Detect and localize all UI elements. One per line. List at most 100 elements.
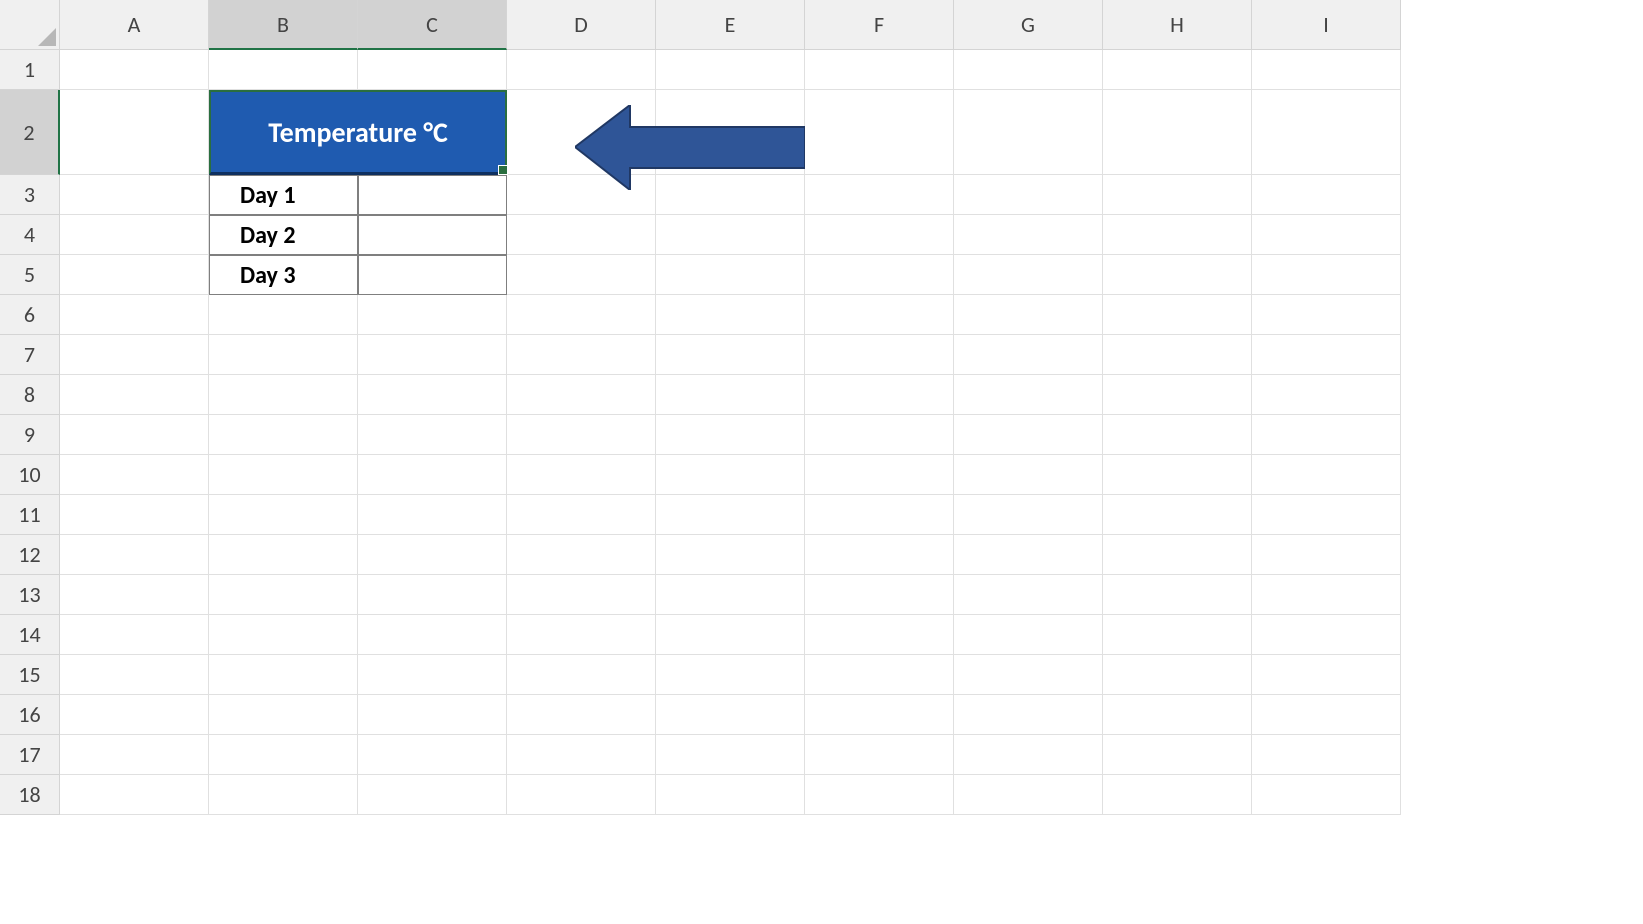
cell-e18[interactable] [656, 775, 805, 815]
cell-i2[interactable] [1252, 90, 1401, 175]
cell-b3[interactable]: Day 1 [209, 175, 358, 215]
cell-g10[interactable] [954, 455, 1103, 495]
cell-h17[interactable] [1103, 735, 1252, 775]
cell-i11[interactable] [1252, 495, 1401, 535]
row-header-15[interactable]: 15 [0, 655, 60, 695]
cell-d12[interactable] [507, 535, 656, 575]
row-header-14[interactable]: 14 [0, 615, 60, 655]
cell-b1[interactable] [209, 50, 358, 90]
cell-g9[interactable] [954, 415, 1103, 455]
cell-c7[interactable] [358, 335, 507, 375]
cell-g11[interactable] [954, 495, 1103, 535]
cell-c18[interactable] [358, 775, 507, 815]
cell-d11[interactable] [507, 495, 656, 535]
cell-g7[interactable] [954, 335, 1103, 375]
cell-a2[interactable] [60, 90, 209, 175]
cell-i6[interactable] [1252, 295, 1401, 335]
cell-a12[interactable] [60, 535, 209, 575]
row-header-8[interactable]: 8 [0, 375, 60, 415]
cell-a16[interactable] [60, 695, 209, 735]
cell-c8[interactable] [358, 375, 507, 415]
cell-h12[interactable] [1103, 535, 1252, 575]
cell-c11[interactable] [358, 495, 507, 535]
cell-a3[interactable] [60, 175, 209, 215]
cell-b5[interactable]: Day 3 [209, 255, 358, 295]
cell-i17[interactable] [1252, 735, 1401, 775]
cell-f14[interactable] [805, 615, 954, 655]
cell-d4[interactable] [507, 215, 656, 255]
cell-d6[interactable] [507, 295, 656, 335]
cell-i16[interactable] [1252, 695, 1401, 735]
cell-a1[interactable] [60, 50, 209, 90]
col-header-a[interactable]: A [60, 0, 209, 50]
cell-h1[interactable] [1103, 50, 1252, 90]
row-header-18[interactable]: 18 [0, 775, 60, 815]
cell-d3[interactable] [507, 175, 656, 215]
row-header-13[interactable]: 13 [0, 575, 60, 615]
cell-d7[interactable] [507, 335, 656, 375]
cell-d15[interactable] [507, 655, 656, 695]
cell-f6[interactable] [805, 295, 954, 335]
row-header-5[interactable]: 5 [0, 255, 60, 295]
cell-i5[interactable] [1252, 255, 1401, 295]
cell-a7[interactable] [60, 335, 209, 375]
cell-c1[interactable] [358, 50, 507, 90]
cell-i3[interactable] [1252, 175, 1401, 215]
cell-d16[interactable] [507, 695, 656, 735]
cell-c10[interactable] [358, 455, 507, 495]
cell-b9[interactable] [209, 415, 358, 455]
cell-h13[interactable] [1103, 575, 1252, 615]
cell-b18[interactable] [209, 775, 358, 815]
cell-h11[interactable] [1103, 495, 1252, 535]
row-header-9[interactable]: 9 [0, 415, 60, 455]
cell-d9[interactable] [507, 415, 656, 455]
cell-h15[interactable] [1103, 655, 1252, 695]
cell-d5[interactable] [507, 255, 656, 295]
cell-d10[interactable] [507, 455, 656, 495]
cell-g17[interactable] [954, 735, 1103, 775]
cell-i12[interactable] [1252, 535, 1401, 575]
cell-c3[interactable] [358, 175, 507, 215]
cell-g16[interactable] [954, 695, 1103, 735]
cell-d2[interactable] [507, 90, 656, 175]
cell-b13[interactable] [209, 575, 358, 615]
cell-d8[interactable] [507, 375, 656, 415]
cell-i9[interactable] [1252, 415, 1401, 455]
cell-h6[interactable] [1103, 295, 1252, 335]
cell-f16[interactable] [805, 695, 954, 735]
cell-h16[interactable] [1103, 695, 1252, 735]
cell-a4[interactable] [60, 215, 209, 255]
cell-g18[interactable] [954, 775, 1103, 815]
cell-b8[interactable] [209, 375, 358, 415]
cell-c4[interactable] [358, 215, 507, 255]
cell-i15[interactable] [1252, 655, 1401, 695]
cell-i8[interactable] [1252, 375, 1401, 415]
col-header-e[interactable]: E [656, 0, 805, 50]
cell-i4[interactable] [1252, 215, 1401, 255]
cell-c9[interactable] [358, 415, 507, 455]
cell-f8[interactable] [805, 375, 954, 415]
cell-e7[interactable] [656, 335, 805, 375]
cell-a9[interactable] [60, 415, 209, 455]
cell-b16[interactable] [209, 695, 358, 735]
col-header-g[interactable]: G [954, 0, 1103, 50]
cell-h5[interactable] [1103, 255, 1252, 295]
row-header-12[interactable]: 12 [0, 535, 60, 575]
cell-h10[interactable] [1103, 455, 1252, 495]
cell-b17[interactable] [209, 735, 358, 775]
cell-e2[interactable] [656, 90, 805, 175]
cell-d14[interactable] [507, 615, 656, 655]
cell-h18[interactable] [1103, 775, 1252, 815]
cell-g1[interactable] [954, 50, 1103, 90]
cell-b10[interactable] [209, 455, 358, 495]
cell-d17[interactable] [507, 735, 656, 775]
cell-g5[interactable] [954, 255, 1103, 295]
cell-f11[interactable] [805, 495, 954, 535]
cell-a11[interactable] [60, 495, 209, 535]
cell-g15[interactable] [954, 655, 1103, 695]
cell-h9[interactable] [1103, 415, 1252, 455]
cell-i13[interactable] [1252, 575, 1401, 615]
cell-e9[interactable] [656, 415, 805, 455]
col-header-h[interactable]: H [1103, 0, 1252, 50]
cell-h7[interactable] [1103, 335, 1252, 375]
